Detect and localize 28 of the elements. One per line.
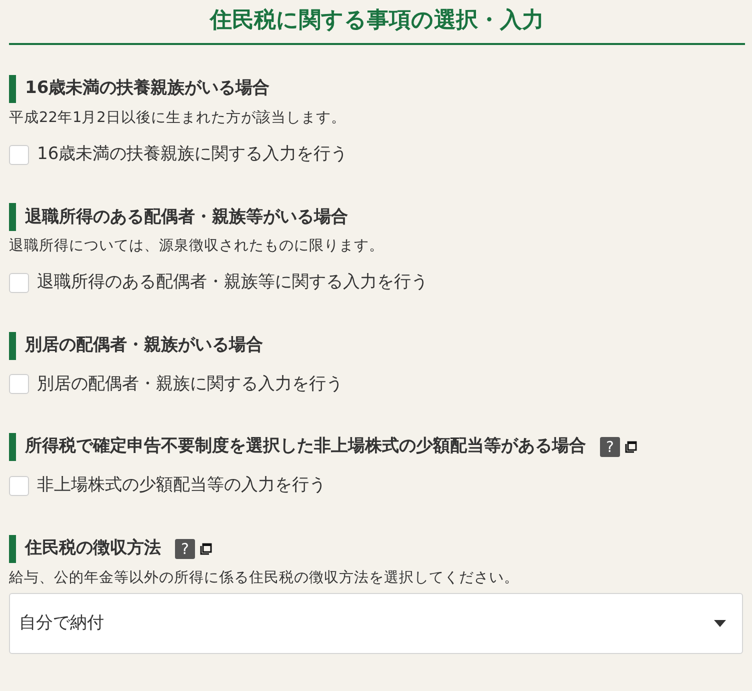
dropdown-caret-icon [714,620,726,628]
page-title: 住民税に関する事項の選択・入力 [9,0,745,45]
checkbox-label[interactable]: 別居の配偶者・親族に関する入力を行う [37,372,343,397]
checkbox[interactable] [9,272,29,293]
new-window-icon[interactable] [200,542,212,554]
section-heading: 住民税の徴収方法 [25,536,161,560]
section-marker [9,332,16,360]
section-marker [9,75,16,103]
select-field[interactable]: 自分で納付 [9,593,743,654]
section-heading: 16歳未満の扶養親族がいる場合 [25,77,270,100]
section-note: 給与、公的年金等以外の所得に係る住民税の徴収方法を選択してください。 [9,568,520,588]
checkbox[interactable] [9,374,29,394]
help-button[interactable]: ? [600,437,620,457]
checkbox[interactable] [9,144,29,164]
section-note: 平成22年1月2日以後に生まれた方が該当します。 [9,108,347,128]
checkbox[interactable] [9,476,29,496]
section-heading: 退職所得のある配偶者・親族等がいる場合 [25,206,348,228]
checkbox-label[interactable]: 退職所得のある配偶者・親族等に関する入力を行う [37,270,428,296]
section-heading: 所得税で確定申告不要制度を選択した非上場株式の少額配当等がある場合 [25,435,586,458]
checkbox-label[interactable]: 非上場株式の少額配当等の入力を行う [37,473,326,498]
section-note: 退職所得については、源泉徴収されたものに限ります。 [9,237,385,256]
section-marker [9,203,16,232]
checkbox-label[interactable]: 16歳未満の扶養親族に関する入力を行う [37,142,348,168]
section-marker [9,534,16,562]
section-heading: 別居の配偶者・親族がいる場合 [25,334,263,357]
help-button[interactable]: ? [175,538,195,558]
new-window-icon[interactable] [625,441,637,453]
section-marker [9,433,16,461]
